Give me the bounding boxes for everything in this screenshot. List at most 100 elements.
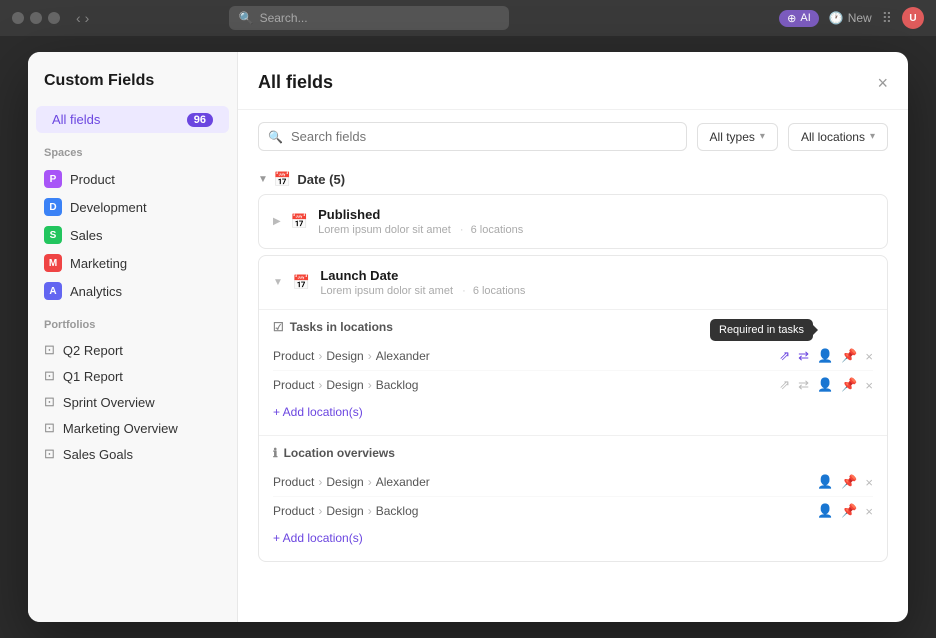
remove-icon[interactable]: × bbox=[865, 378, 873, 393]
pin-icon[interactable]: 📌 bbox=[841, 503, 857, 519]
share-icon[interactable]: ⇗ bbox=[779, 348, 790, 364]
pin-icon[interactable]: 📌 bbox=[841, 377, 857, 393]
sidebar-item-marketing-overview[interactable]: ⊡ Marketing Overview bbox=[28, 415, 237, 441]
pin-icon[interactable]: 📌 bbox=[841, 474, 857, 490]
chevron-down-icon: ▾ bbox=[760, 131, 765, 142]
link-icon[interactable]: ⇄ bbox=[798, 377, 809, 393]
overviews-section: ℹ Location overviews Product›Design›Alex… bbox=[259, 435, 887, 561]
path-segment: Design bbox=[326, 475, 363, 489]
ai-badge[interactable]: ⊕ AI bbox=[779, 10, 819, 27]
search-icon: 🔍 bbox=[239, 11, 254, 25]
grid-icon[interactable]: ⠿ bbox=[882, 10, 892, 27]
link-icon[interactable]: ⇄ bbox=[798, 348, 809, 364]
search-input[interactable] bbox=[258, 122, 687, 151]
sidebar-item-q2-report[interactable]: ⊡ Q2 Report bbox=[28, 337, 237, 363]
path-separator: › bbox=[318, 475, 322, 489]
search-placeholder: Search... bbox=[260, 11, 308, 25]
collapse-icon: ▼ bbox=[258, 174, 268, 185]
chevron-down-icon: ▾ bbox=[870, 131, 875, 142]
remove-icon[interactable]: × bbox=[865, 504, 873, 519]
back-button[interactable]: ‹ bbox=[76, 10, 81, 26]
location-path: Product›Design›Backlog bbox=[273, 378, 418, 392]
forward-button[interactable]: › bbox=[85, 10, 90, 26]
filter-types-label: All types bbox=[710, 130, 755, 144]
sidebar-item-sales[interactable]: S Sales bbox=[28, 221, 237, 249]
share-icon[interactable]: ⇗ bbox=[779, 377, 790, 393]
sidebar: Custom Fields All fields 96 Spaces P Pro… bbox=[28, 52, 238, 622]
avatar[interactable]: U bbox=[902, 7, 924, 29]
sidebar-item-label: Q1 Report bbox=[63, 369, 123, 384]
sidebar-item-label: Marketing bbox=[70, 256, 127, 271]
path-segment: Backlog bbox=[376, 504, 419, 518]
sidebar-item-sales-goals[interactable]: ⊡ Sales Goals bbox=[28, 441, 237, 467]
path-separator: › bbox=[368, 378, 372, 392]
spaces-list: P Product D Development S Sales M Market… bbox=[28, 165, 237, 305]
sidebar-item-marketing[interactable]: M Marketing bbox=[28, 249, 237, 277]
new-label: New bbox=[848, 11, 872, 25]
path-segment: Product bbox=[273, 378, 314, 392]
sidebar-item-q1-report[interactable]: ⊡ Q1 Report bbox=[28, 363, 237, 389]
filter-locations-button[interactable]: All locations ▾ bbox=[788, 123, 888, 151]
space-icon-marketing: M bbox=[44, 254, 62, 272]
sidebar-item-label: Marketing Overview bbox=[63, 421, 178, 436]
sidebar-item-development[interactable]: D Development bbox=[28, 193, 237, 221]
portfolio-icon: ⊡ bbox=[44, 394, 55, 410]
location-actions: ⇗ ⇄ 👤 📌 × bbox=[779, 348, 873, 364]
sidebar-item-product[interactable]: P Product bbox=[28, 165, 237, 193]
remove-icon[interactable]: × bbox=[865, 475, 873, 490]
toolbar: 🔍 All types ▾ All locations ▾ bbox=[238, 110, 908, 163]
sidebar-item-label: Analytics bbox=[70, 284, 122, 299]
field-main-row-launch-date[interactable]: ▼ 📅 Launch Date Lorem ipsum dolor sit am… bbox=[259, 256, 887, 309]
remove-icon[interactable]: × bbox=[865, 349, 873, 364]
space-icon-analytics: A bbox=[44, 282, 62, 300]
user-icon[interactable]: 👤 bbox=[817, 348, 833, 364]
filter-types-button[interactable]: All types ▾ bbox=[697, 123, 778, 151]
sidebar-title: Custom Fields bbox=[28, 72, 237, 106]
location-row: Product›Design›Backlog ⇗ ⇄ 👤 📌 × bbox=[273, 371, 873, 399]
new-button[interactable]: 🕐 New bbox=[829, 11, 872, 25]
portfolio-icon: ⊡ bbox=[44, 446, 55, 462]
search-icon: 🔍 bbox=[268, 130, 283, 144]
sidebar-item-sprint-overview[interactable]: ⊡ Sprint Overview bbox=[28, 389, 237, 415]
field-info: Published Lorem ipsum dolor sit amet · 6… bbox=[318, 207, 873, 236]
sidebar-item-label: Sales Goals bbox=[63, 447, 133, 462]
pin-icon[interactable]: 📌 bbox=[841, 348, 857, 364]
location-actions: 👤 📌 × bbox=[817, 474, 873, 490]
overviews-section-label: Location overviews bbox=[284, 446, 395, 460]
location-path: Product›Design›Alexander bbox=[273, 475, 430, 489]
sidebar-item-analytics[interactable]: A Analytics bbox=[28, 277, 237, 305]
group-header-date[interactable]: ▼ 📅 Date (5) bbox=[258, 163, 888, 194]
location-row: Product›Design›Alexander ⇗ ⇄ 👤 📌 × bbox=[273, 342, 873, 371]
path-separator: › bbox=[318, 378, 322, 392]
titlebar-search[interactable]: 🔍 Search... bbox=[229, 6, 509, 30]
field-card-published: ▶ 📅 Published Lorem ipsum dolor sit amet… bbox=[258, 194, 888, 249]
close-button[interactable]: × bbox=[877, 74, 888, 92]
sidebar-all-fields[interactable]: All fields 96 bbox=[36, 106, 229, 133]
space-icon-product: P bbox=[44, 170, 62, 188]
sidebar-item-label: Development bbox=[70, 200, 147, 215]
field-main-row-published[interactable]: ▶ 📅 Published Lorem ipsum dolor sit amet… bbox=[259, 195, 887, 248]
add-location-button[interactable]: + Add location(s) bbox=[273, 399, 363, 425]
overviews-label: ℹ Location overviews bbox=[273, 446, 395, 460]
overview-location-row: Product›Design›Backlog 👤 📌 × bbox=[273, 497, 873, 525]
portfolios-section-label: Portfolios bbox=[28, 305, 237, 337]
maximize-dot bbox=[48, 12, 60, 24]
user-icon[interactable]: 👤 bbox=[817, 503, 833, 519]
tasks-label: ☑ Tasks in locations bbox=[273, 320, 393, 334]
expand-icon: ▼ bbox=[273, 277, 283, 288]
path-segment: Product bbox=[273, 504, 314, 518]
space-icon-development: D bbox=[44, 198, 62, 216]
add-overview-location-button[interactable]: + Add location(s) bbox=[273, 525, 363, 551]
field-locations: 6 locations bbox=[471, 224, 524, 236]
field-card-launch-date: ▼ 📅 Launch Date Lorem ipsum dolor sit am… bbox=[258, 255, 888, 562]
path-segment: Design bbox=[326, 349, 363, 363]
user-icon[interactable]: 👤 bbox=[817, 474, 833, 490]
space-icon-sales: S bbox=[44, 226, 62, 244]
ai-label: AI bbox=[800, 12, 810, 24]
sidebar-item-label: Sprint Overview bbox=[63, 395, 155, 410]
location-path: Product›Design›Backlog bbox=[273, 504, 418, 518]
path-segment: Design bbox=[326, 504, 363, 518]
user-icon[interactable]: 👤 bbox=[817, 377, 833, 393]
path-segment: Design bbox=[326, 378, 363, 392]
path-segment: Alexander bbox=[376, 475, 430, 489]
